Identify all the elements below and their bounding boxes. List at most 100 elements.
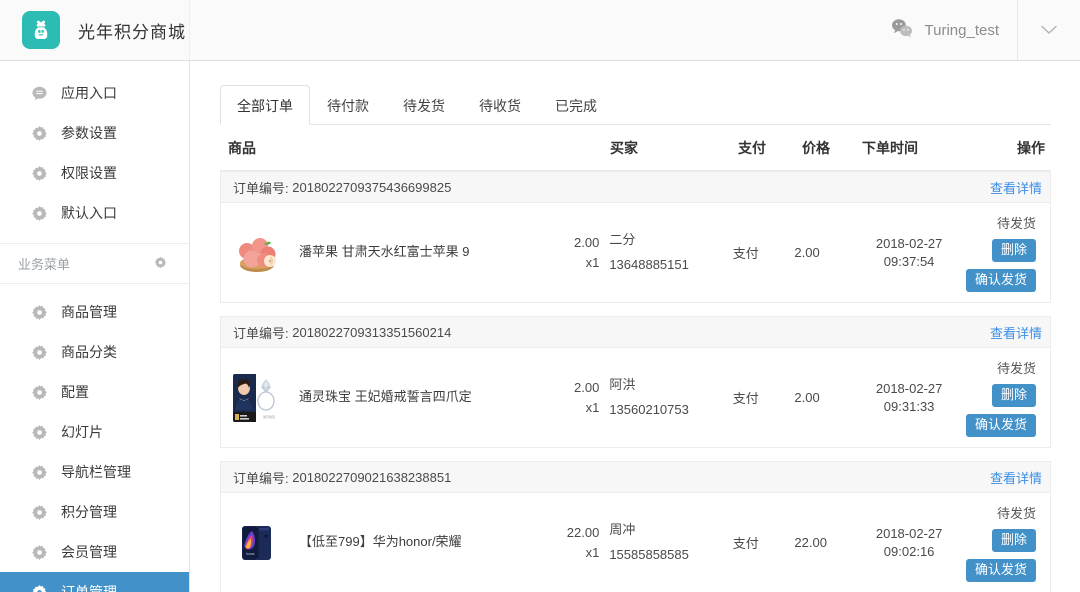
- sidebar-item-param-settings[interactable]: 参数设置: [0, 113, 189, 153]
- status-badge: 待发货: [996, 361, 1036, 377]
- sidebar-item-points-management[interactable]: 积分管理: [0, 492, 189, 532]
- order-time-cell: 2018-02-27 09:02:16: [852, 525, 966, 560]
- tab-completed[interactable]: 已完成: [538, 85, 614, 125]
- order-amount: 22.00: [566, 525, 600, 540]
- sidebar-item-permission-settings[interactable]: 权限设置: [0, 153, 189, 193]
- column-header-payment: 支付: [738, 139, 766, 156]
- product-name: 潘苹果 甘肃天水红富士苹果 9: [299, 244, 470, 260]
- sidebar-item-navbar-management[interactable]: 导航栏管理: [0, 452, 189, 492]
- confirm-shipment-button[interactable]: 确认发货: [965, 559, 1036, 582]
- order-date: 2018-02-27: [875, 235, 943, 251]
- gear-icon: [30, 344, 48, 361]
- order-header: 订单编号: 2018022709021638238851 查看详情: [220, 461, 1051, 493]
- product-cell: honor 【低至799】华为honor/荣耀: [233, 518, 551, 567]
- gear-icon: [30, 584, 48, 592]
- jewelry-ring-thumb: 通灵珠宝: [233, 373, 281, 422]
- buyer-phone: 13648885151: [609, 256, 689, 272]
- sidebar-top-group: 应用入口 参数设置 权限设置 默认入口: [0, 61, 189, 244]
- gear-icon: [30, 424, 48, 441]
- row-spacer: [220, 448, 1051, 461]
- brand-block: 光年积分商城: [0, 0, 190, 60]
- confirm-shipment-button[interactable]: 确认发货: [965, 414, 1036, 437]
- sidebar-item-default-entry[interactable]: 默认入口: [0, 193, 189, 233]
- apples-basket-thumb: [233, 228, 281, 277]
- delete-button[interactable]: 删除: [991, 239, 1036, 262]
- sidebar-item-slideshow[interactable]: 幻灯片: [0, 412, 189, 452]
- order-number-label: 订单编号:: [233, 325, 289, 341]
- product-name: 通灵珠宝 王妃婚戒誓言四爪定: [299, 389, 472, 405]
- buyer-name: 周冲: [609, 521, 636, 537]
- sidebar-item-label: 参数设置: [61, 125, 117, 141]
- wechat-icon: [891, 18, 913, 43]
- product-cell: 通灵珠宝 通灵珠宝 王妃婚戒誓言四爪定: [233, 373, 551, 422]
- delete-button[interactable]: 删除: [991, 529, 1036, 552]
- table-row: 潘苹果 甘肃天水红富士苹果 9 2.00 x1 二分 13648885151 支…: [220, 203, 1051, 303]
- column-header-buyer: 买家: [610, 139, 638, 156]
- sidebar-item-label: 商品分类: [61, 344, 117, 360]
- page-title: 光年积分商城: [78, 22, 186, 42]
- delete-button[interactable]: 删除: [991, 384, 1036, 407]
- confirm-shipment-button[interactable]: 确认发货: [965, 269, 1036, 292]
- order-header: 订单编号: 2018022709375436699825 查看详情: [220, 171, 1051, 203]
- status-badge: 待发货: [996, 506, 1036, 522]
- main-content: 全部订单 待付款 待发货 待收货 已完成 商品 买家 支付 价格 下单时间 操作…: [191, 61, 1080, 592]
- tab-pending-payment[interactable]: 待付款: [310, 85, 386, 125]
- sidebar-item-label: 权限设置: [61, 165, 117, 181]
- view-detail-link[interactable]: 查看详情: [990, 323, 1042, 342]
- order-number-value: 2018022709021638238851: [292, 469, 452, 485]
- orders-table: 商品 买家 支付 价格 下单时间 操作 订单编号: 20180227093754…: [220, 125, 1051, 592]
- sidebar-item-product-management[interactable]: 商品管理: [0, 292, 189, 332]
- chevron-down-icon[interactable]: [1018, 0, 1080, 60]
- sidebar-item-order-management[interactable]: 订单管理: [0, 572, 189, 592]
- sidebar-item-label: 会员管理: [61, 544, 117, 560]
- price-cell: 22.00: [794, 535, 827, 550]
- tab-all-orders[interactable]: 全部订单: [220, 85, 310, 125]
- sidebar-item-config[interactable]: 配置: [0, 372, 189, 412]
- sidebar-item-member-management[interactable]: 会员管理: [0, 532, 189, 572]
- user-menu[interactable]: Turing_test: [881, 0, 1018, 60]
- buyer-name: 二分: [609, 231, 636, 247]
- sidebar-section-business-menu: 业务菜单: [0, 244, 189, 284]
- order-number-value: 2018022709313351560214: [292, 324, 452, 340]
- product-cell: 潘苹果 甘肃天水红富士苹果 9: [233, 228, 551, 277]
- order-clock: 09:31:33: [883, 398, 935, 414]
- gear-icon: [30, 125, 48, 142]
- order-time-cell: 2018-02-27 09:37:54: [852, 235, 966, 270]
- sidebar-item-product-category[interactable]: 商品分类: [0, 332, 189, 372]
- order-time-cell: 2018-02-27 09:31:33: [852, 380, 966, 415]
- payment-cell: 支付: [732, 536, 759, 551]
- sidebar-section-label: 业务菜单: [18, 257, 71, 272]
- app-header: 光年积分商城 Turing_test: [0, 0, 1080, 61]
- view-detail-link[interactable]: 查看详情: [990, 178, 1042, 197]
- price-cell: 2.00: [794, 390, 820, 405]
- buyer-name: 阿洪: [609, 376, 636, 392]
- buyer-phone: 15585858585: [609, 546, 689, 562]
- action-cell: 待发货 删除 确认发货: [965, 213, 1042, 292]
- view-detail-link[interactable]: 查看详情: [990, 468, 1042, 487]
- blue-smartphone-thumb: honor: [233, 518, 281, 567]
- order-date: 2018-02-27: [875, 525, 943, 541]
- order-quantity: x1: [585, 399, 600, 415]
- status-badge: 待发货: [996, 216, 1036, 232]
- order-number-value: 2018022709375436699825: [292, 179, 452, 195]
- tab-pending-receipt[interactable]: 待收货: [462, 85, 538, 125]
- gift-bag-icon: [22, 11, 60, 49]
- order-amount: 2.00: [574, 235, 600, 250]
- sidebar-menu-list: 商品管理 商品分类 配置 幻灯片 导航栏管理 积分管理 会员管理 订单管理: [0, 284, 189, 592]
- quantity-cell: 22.00 x1: [551, 523, 609, 562]
- tab-pending-shipment[interactable]: 待发货: [386, 85, 462, 125]
- order-clock: 09:37:54: [883, 253, 935, 269]
- sidebar-item-app-entry[interactable]: 应用入口: [0, 73, 189, 113]
- buyer-cell: 阿洪 13560210753: [609, 373, 732, 422]
- svg-text:通灵珠宝: 通灵珠宝: [263, 414, 275, 419]
- sidebar-item-label: 导航栏管理: [61, 464, 131, 480]
- table-header-row: 商品 买家 支付 价格 下单时间 操作: [220, 125, 1051, 171]
- order-header: 订单编号: 2018022709313351560214 查看详情: [220, 316, 1051, 348]
- table-row: honor 【低至799】华为honor/荣耀 22.00 x1 周冲 1558…: [220, 493, 1051, 592]
- order-quantity: x1: [585, 544, 600, 560]
- sidebar-item-label: 积分管理: [61, 504, 117, 520]
- row-spacer: [220, 303, 1051, 316]
- gear-icon[interactable]: [154, 256, 167, 272]
- column-header-action: 操作: [1017, 139, 1045, 156]
- column-header-order-time: 下单时间: [862, 139, 918, 156]
